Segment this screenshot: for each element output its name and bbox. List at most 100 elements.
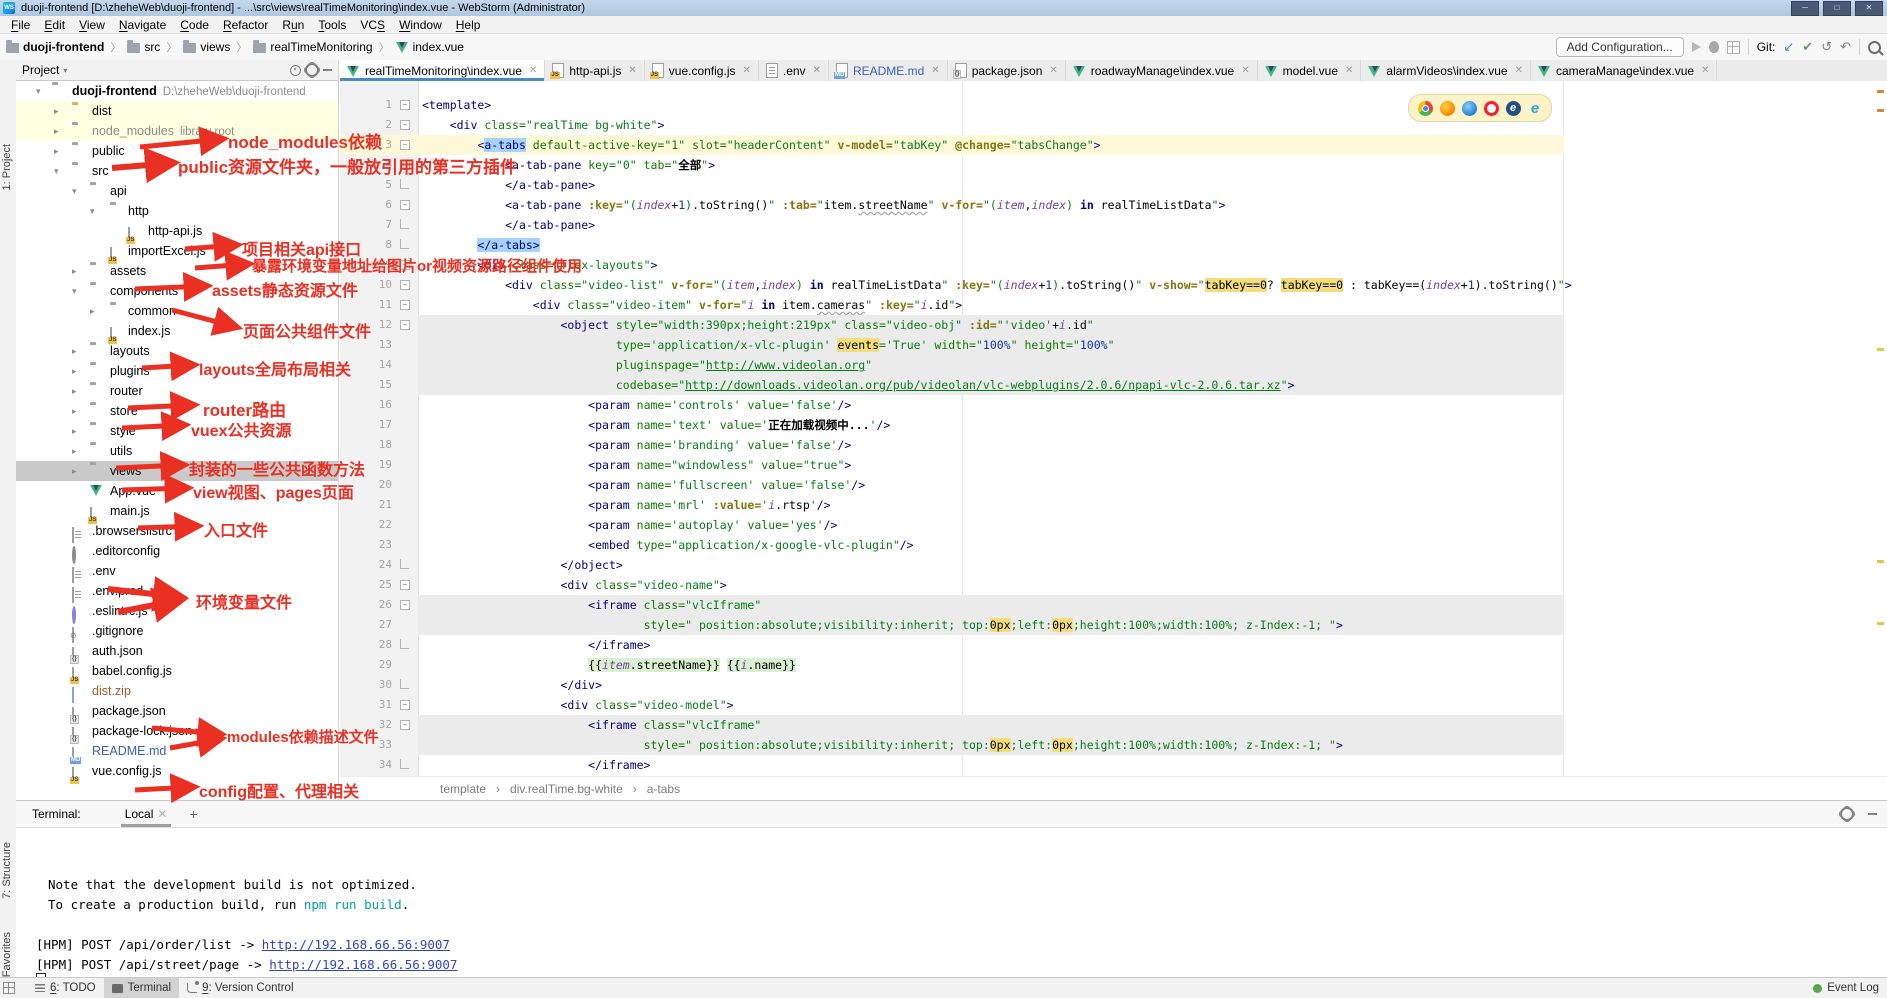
tree-item-router[interactable]: ▸router [16,381,338,401]
tree-item-app-vue[interactable]: App.vue [16,481,338,501]
terminal-hide-icon[interactable] [1868,813,1877,815]
new-terminal-tab-button[interactable]: + [189,806,197,822]
menu-item-help[interactable]: Help [449,16,488,34]
tree-item-src[interactable]: ▾src [16,161,338,181]
tree-item-style[interactable]: ▸style [16,421,338,441]
tree-chevron-icon[interactable]: ▸ [54,141,59,161]
tree-chevron-icon[interactable]: ▸ [72,461,77,481]
close-button[interactable]: ✕ [1855,1,1883,16]
menu-item-run[interactable]: Run [275,16,311,34]
tree-chevron-icon[interactable]: ▸ [72,261,77,281]
fold-marker[interactable]: − [400,120,410,130]
tree-item-package-lock-json[interactable]: {}package-lock.json [16,721,338,741]
tool-button-structure[interactable]: 7: Structure [1,842,13,899]
fold-marker[interactable]: − [400,100,410,110]
tree-item-vue-config-js[interactable]: JSvue.config.js [16,761,338,781]
breadcrumb-item-views[interactable]: views [183,40,230,54]
tree-item-http-api-js[interactable]: JShttp-api.js [16,221,338,241]
tree-item-node-modules[interactable]: ▸node_moduleslibrary root [16,121,338,141]
close-icon[interactable]: ✕ [742,65,750,76]
tree-item-components[interactable]: ▾components [16,281,338,301]
menu-item-refactor[interactable]: Refactor [216,16,275,34]
close-icon[interactable]: ✕ [628,65,636,76]
tree-item-babel-config-js[interactable]: JSbabel.config.js [16,661,338,681]
edge-browser-icon[interactable]: e [1528,101,1543,116]
hide-panel-icon[interactable] [323,69,332,71]
fold-marker[interactable]: − [400,140,410,150]
profiler-icon[interactable] [1727,41,1740,54]
breadcrumb-item-src[interactable]: src [127,40,160,54]
menu-item-navigate[interactable]: Navigate [112,16,173,34]
tree-item-main-js[interactable]: JSmain.js [16,501,338,521]
menu-item-code[interactable]: Code [173,16,216,34]
git-update-icon[interactable]: ↙ [1783,40,1794,54]
tree-item-public[interactable]: ▸public [16,141,338,161]
fold-marker[interactable]: − [400,280,410,290]
firefox-browser-icon[interactable] [1440,101,1455,116]
menu-item-tools[interactable]: Tools [311,16,353,34]
editor-tab-alarmvideos-index-vue[interactable]: alarmVideos\index.vue✕ [1361,60,1531,81]
editor-breadcrumb-item[interactable]: template [440,782,486,796]
tree-item--env-prod[interactable]: .env.prod [16,581,338,601]
safari-browser-icon[interactable] [1462,101,1477,116]
terminal-tab-local[interactable]: Local✕ [121,801,172,827]
statusbar-item-terminal[interactable]: Terminal [104,978,179,998]
tree-chevron-icon[interactable]: ▾ [54,161,59,181]
editor-tab-model-vue[interactable]: model.vue✕ [1258,60,1362,81]
fold-marker[interactable]: − [400,160,410,170]
terminal-link[interactable]: http://192.168.66.56:9007 [262,937,450,952]
tree-item-views[interactable]: ▸views [16,461,338,481]
tree-item-assets[interactable]: ▸assets [16,261,338,281]
tree-chevron-icon[interactable]: ▸ [54,101,59,121]
tree-item-common[interactable]: ▸common [16,301,338,321]
tree-chevron-icon[interactable]: ▸ [90,301,95,321]
tree-item--browserslistrc[interactable]: .browserslistrc [16,521,338,541]
tree-item-dist-zip[interactable]: dist.zip [16,681,338,701]
fold-marker[interactable]: − [400,580,410,590]
tree-item-package-json[interactable]: {}package.json [16,701,338,721]
tree-item-store[interactable]: ▸store [16,401,338,421]
tree-item-readme-md[interactable]: MDREADME.md [16,741,338,761]
tree-item--eslintrc-js[interactable]: .eslintrc.js [16,601,338,621]
statusbar-item-6-todo[interactable]: 6: TODO [27,978,104,998]
editor-breadcrumb-item[interactable]: div.realTime.bg-white [510,782,623,796]
close-icon[interactable]: ✕ [1049,65,1057,76]
fold-marker[interactable]: − [400,600,410,610]
menu-item-file[interactable]: File [4,16,37,34]
tree-item-layouts[interactable]: ▸layouts [16,341,338,361]
close-icon[interactable]: ✕ [1241,65,1249,76]
editor-tab-readme-md[interactable]: MDREADME.md✕ [829,60,948,81]
tree-chevron-icon[interactable]: ▾ [72,181,77,201]
tree-item--editorconfig[interactable]: .editorconfig [16,541,338,561]
editor-tab-realtimemonitoring-index-vue[interactable]: realTimeMonitoring\index.vue✕ [340,60,545,81]
fold-marker[interactable]: − [400,720,410,730]
tree-chevron-icon[interactable]: ▸ [72,441,77,461]
tool-window-toggle-icon[interactable] [3,982,15,994]
tree-item-auth-json[interactable]: {}auth.json [16,641,338,661]
breadcrumb-item-realTimeMonitoring[interactable]: realTimeMonitoring [253,40,372,54]
search-everywhere-icon[interactable] [1868,41,1881,54]
close-icon[interactable]: ✕ [1701,65,1709,76]
ie-browser-icon[interactable]: e [1506,101,1521,116]
close-icon[interactable]: ✕ [813,65,821,76]
maximize-button[interactable]: □ [1823,1,1851,16]
editor-tab--env[interactable]: .env✕ [759,60,829,81]
add-configuration-button[interactable]: Add Configuration... [1556,37,1684,57]
tree-item-index-js[interactable]: JSindex.js [16,321,338,341]
debug-icon[interactable] [1709,41,1719,53]
close-icon[interactable]: ✕ [1515,65,1523,76]
tree-chevron-icon[interactable]: ▸ [54,121,59,141]
chrome-browser-icon[interactable] [1418,101,1433,116]
fold-marker[interactable]: − [400,260,410,270]
minimize-button[interactable]: ─ [1791,1,1819,16]
tree-item-duoji-frontend[interactable]: ▾duoji-frontendD:\zheheWeb\duoji-fronten… [16,81,338,101]
locate-file-icon[interactable] [290,65,301,76]
fold-marker[interactable]: − [400,200,410,210]
fold-marker[interactable]: − [400,300,410,310]
fold-marker[interactable]: − [400,700,410,710]
menu-item-window[interactable]: Window [392,16,449,34]
editor-tab-vue-config-js[interactable]: JSvue.config.js✕ [645,60,759,81]
statusbar-item-9-version-control[interactable]: 9: Version Control [179,978,301,998]
tree-item-dist[interactable]: ▸dist [16,101,338,121]
tree-item-http[interactable]: ▾http [16,201,338,221]
